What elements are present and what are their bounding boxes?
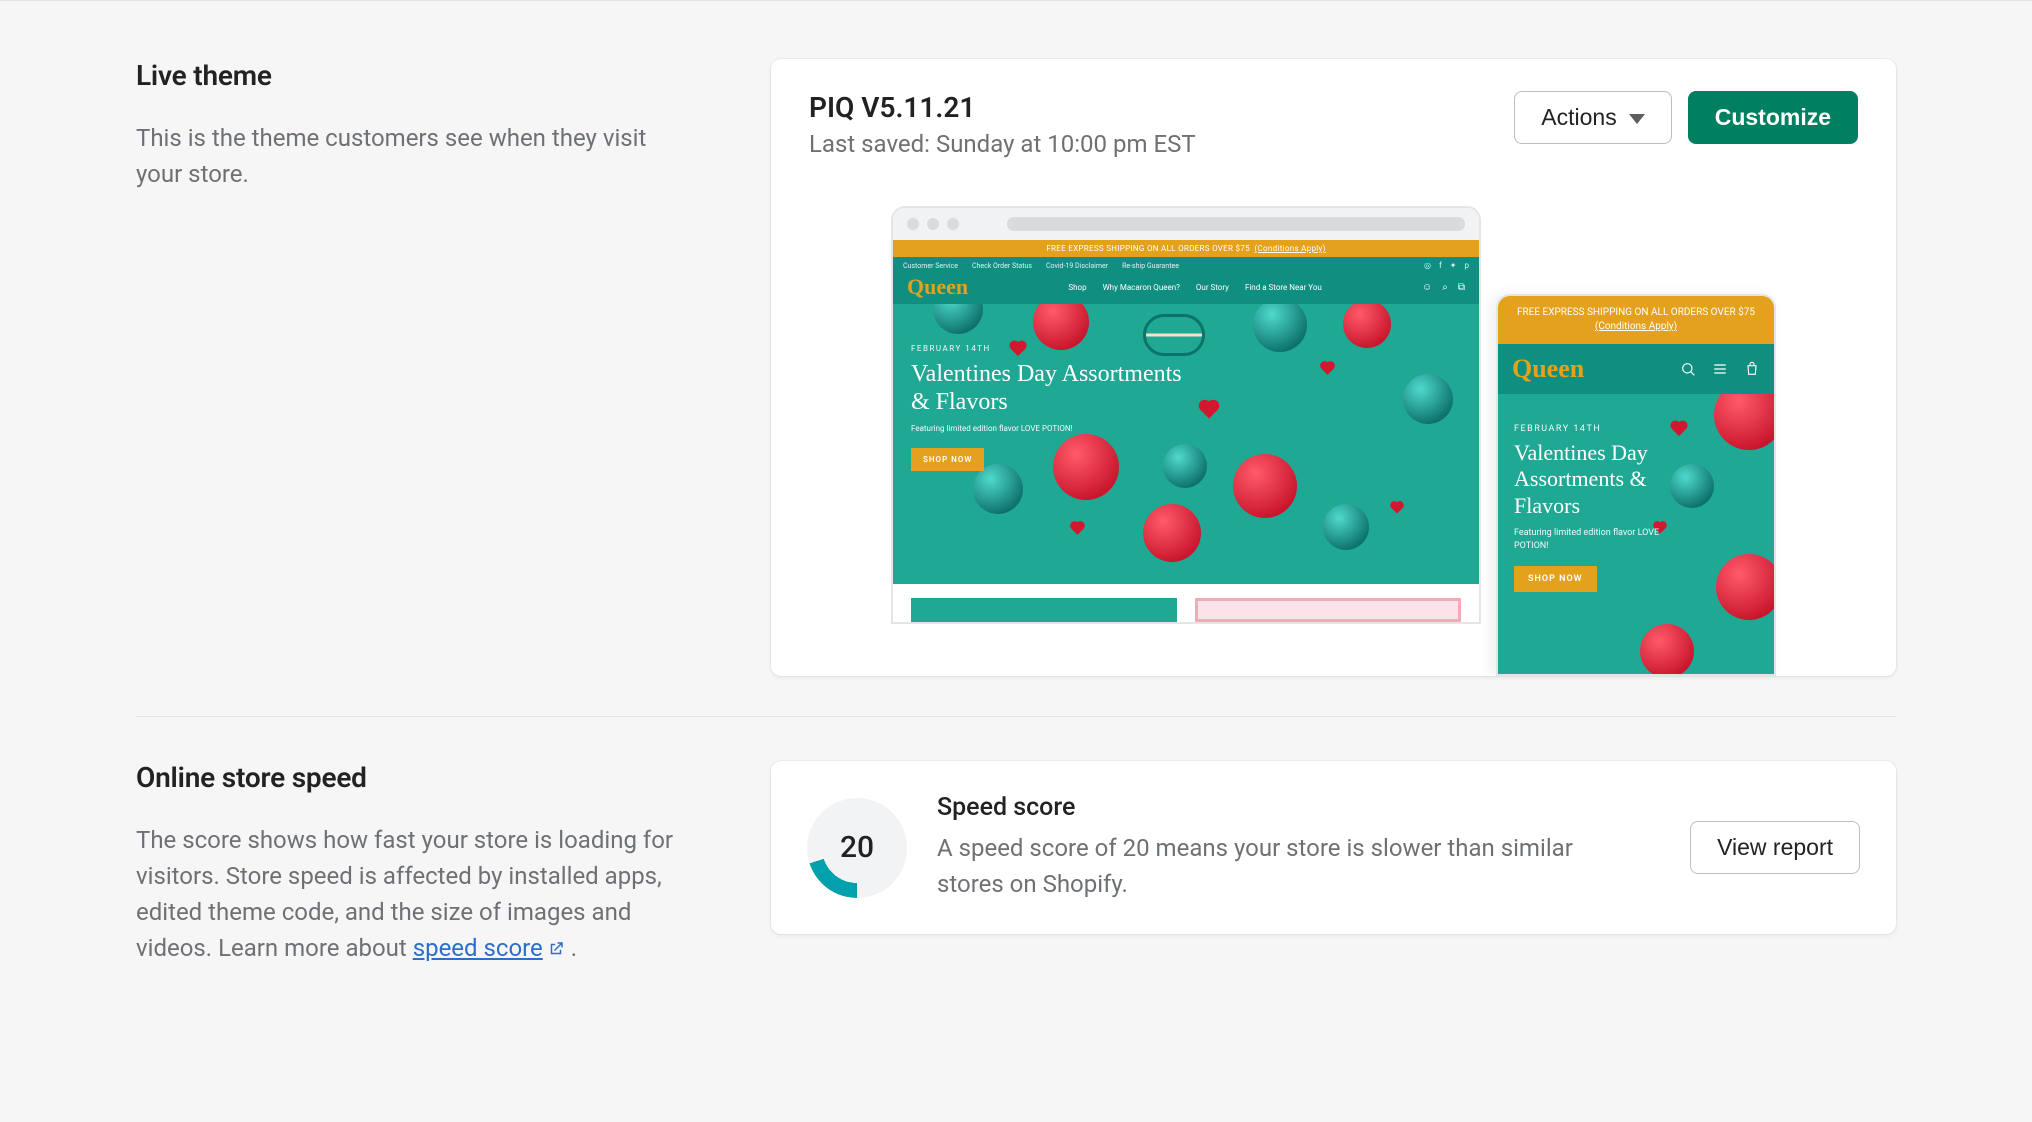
browser-chrome — [893, 208, 1479, 240]
macaron-decoration — [1640, 624, 1694, 674]
theme-name: PIQ V5.11.21 — [809, 91, 1196, 124]
preview-navbar: Queen Shop Why Macaron Queen? Our Story … — [893, 274, 1479, 304]
mobile-hero: FEBRUARY 14TH Valentines Day Assortments… — [1498, 394, 1774, 674]
window-dot-icon — [947, 218, 959, 230]
macaron-decoration — [1714, 394, 1774, 450]
actions-dropdown-button[interactable]: Actions — [1514, 91, 1671, 144]
mobile-navbar: Queen — [1498, 344, 1774, 394]
heart-decoration — [1391, 502, 1402, 513]
promo-banner-text: FREE EXPRESS SHIPPING ON ALL ORDERS OVER… — [1046, 244, 1250, 253]
promo-card — [1195, 598, 1461, 622]
speed-gauge-value: 20 — [807, 798, 907, 898]
speed-card-description: A speed score of 20 means your store is … — [937, 830, 1640, 902]
speed-score-card: 20 Speed score A speed score of 20 means… — [771, 761, 1896, 934]
hero-subtext: Featuring limited edition flavor LOVE PO… — [911, 424, 1191, 433]
theme-last-saved: Last saved: Sunday at 10:00 pm EST — [809, 130, 1196, 158]
mobile-banner-link: (Conditions Apply) — [1595, 321, 1677, 332]
mobile-logo: Queen — [1512, 356, 1584, 382]
promo-banner: FREE EXPRESS SHIPPING ON ALL ORDERS OVER… — [893, 240, 1479, 257]
heart-decoration — [1321, 362, 1334, 375]
nav-link: Shop — [1068, 283, 1086, 292]
preview-bottom-row — [893, 584, 1479, 622]
view-report-button[interactable]: View report — [1690, 821, 1860, 874]
macaron-decoration — [1403, 374, 1453, 424]
preview-topbar: Customer Service Check Order Status Covi… — [893, 257, 1479, 274]
theme-preview-area: FREE EXPRESS SHIPPING ON ALL ORDERS OVER… — [771, 176, 1896, 676]
bag-icon — [1744, 361, 1760, 377]
mobile-promo-banner: FREE EXPRESS SHIPPING ON ALL ORDERS OVER… — [1498, 296, 1774, 344]
preview-logo: Queen — [907, 276, 968, 298]
window-dot-icon — [927, 218, 939, 230]
mobile-preview: FREE EXPRESS SHIPPING ON ALL ORDERS OVER… — [1496, 294, 1776, 676]
hero-eyebrow: FEBRUARY 14TH — [911, 344, 1191, 353]
mobile-hero-headline: Valentines Day Assortments & Flavors — [1514, 440, 1684, 519]
actions-button-label: Actions — [1541, 106, 1616, 129]
hero-headline: Valentines Day Assortments & Flavors — [911, 361, 1191, 416]
customize-button[interactable]: Customize — [1688, 91, 1858, 144]
live-theme-section: Live theme This is the theme customers s… — [136, 59, 1896, 676]
macaron-decoration — [1343, 304, 1391, 348]
live-theme-title: Live theme — [136, 59, 731, 92]
heart-decoration — [1201, 402, 1218, 419]
speed-section: Online store speed The score shows how f… — [136, 761, 1896, 966]
topbar-link: Re-ship Guarantee — [1122, 262, 1179, 270]
macaron-decoration — [1323, 504, 1369, 550]
section-divider — [136, 716, 1896, 717]
search-icon: ⌕ — [1442, 282, 1448, 293]
nav-link: Why Macaron Queen? — [1103, 283, 1180, 292]
heart-decoration — [1071, 522, 1084, 535]
speed-section-description: The score shows how fast your store is l… — [136, 822, 676, 966]
twitter-icon: ✦ — [1450, 261, 1457, 270]
speed-card-title: Speed score — [937, 793, 1640, 822]
topbar-link: Check Order Status — [972, 262, 1032, 270]
speed-desc-prefix: The score shows how fast your store is l… — [136, 826, 673, 962]
live-theme-description: This is the theme customers see when the… — [136, 120, 676, 192]
speed-section-title: Online store speed — [136, 761, 731, 794]
desktop-preview: FREE EXPRESS SHIPPING ON ALL ORDERS OVER… — [891, 206, 1481, 624]
topbar-link: Covid-19 Disclaimer — [1046, 262, 1108, 270]
nav-link: Find a Store Near You — [1245, 283, 1322, 292]
mobile-hero-cta: SHOP NOW — [1514, 566, 1597, 592]
promo-banner-link: (Conditions Apply) — [1255, 244, 1326, 253]
mobile-banner-text: FREE EXPRESS SHIPPING ON ALL ORDERS OVER… — [1517, 307, 1755, 318]
preview-hero: FEBRUARY 14TH Valentines Day Assortments… — [893, 304, 1479, 584]
speed-desc-suffix: . — [565, 934, 577, 962]
pinterest-icon: p — [1465, 261, 1470, 270]
hero-cta-button: SHOP NOW — [911, 448, 984, 471]
macaron-decoration — [1233, 454, 1297, 518]
mobile-hero-eyebrow: FEBRUARY 14TH — [1514, 424, 1684, 434]
account-icon: ☺ — [1422, 282, 1432, 293]
speed-gauge: 20 — [807, 798, 907, 898]
menu-icon — [1712, 361, 1728, 377]
theme-card: PIQ V5.11.21 Last saved: Sunday at 10:00… — [771, 59, 1896, 676]
address-bar-placeholder — [1007, 217, 1465, 231]
topbar-link: Customer Service — [903, 262, 958, 270]
cart-icon: ⧉ — [1458, 282, 1465, 293]
chevron-down-icon — [1629, 114, 1645, 124]
nav-link: Our Story — [1196, 283, 1229, 292]
facebook-icon: f — [1439, 261, 1442, 270]
speed-score-link[interactable]: speed score — [413, 934, 565, 962]
window-dot-icon — [907, 218, 919, 230]
external-link-icon — [547, 940, 565, 958]
mobile-hero-subtext: Featuring limited edition flavor LOVE PO… — [1514, 527, 1684, 552]
macaron-decoration — [1253, 304, 1307, 352]
macaron-decoration — [1716, 554, 1774, 620]
instagram-icon: ◎ — [1424, 261, 1431, 270]
promo-card — [911, 598, 1177, 622]
macaron-decoration — [973, 464, 1023, 514]
macaron-decoration — [933, 304, 983, 334]
search-icon — [1680, 361, 1696, 377]
macaron-decoration — [1143, 504, 1201, 562]
